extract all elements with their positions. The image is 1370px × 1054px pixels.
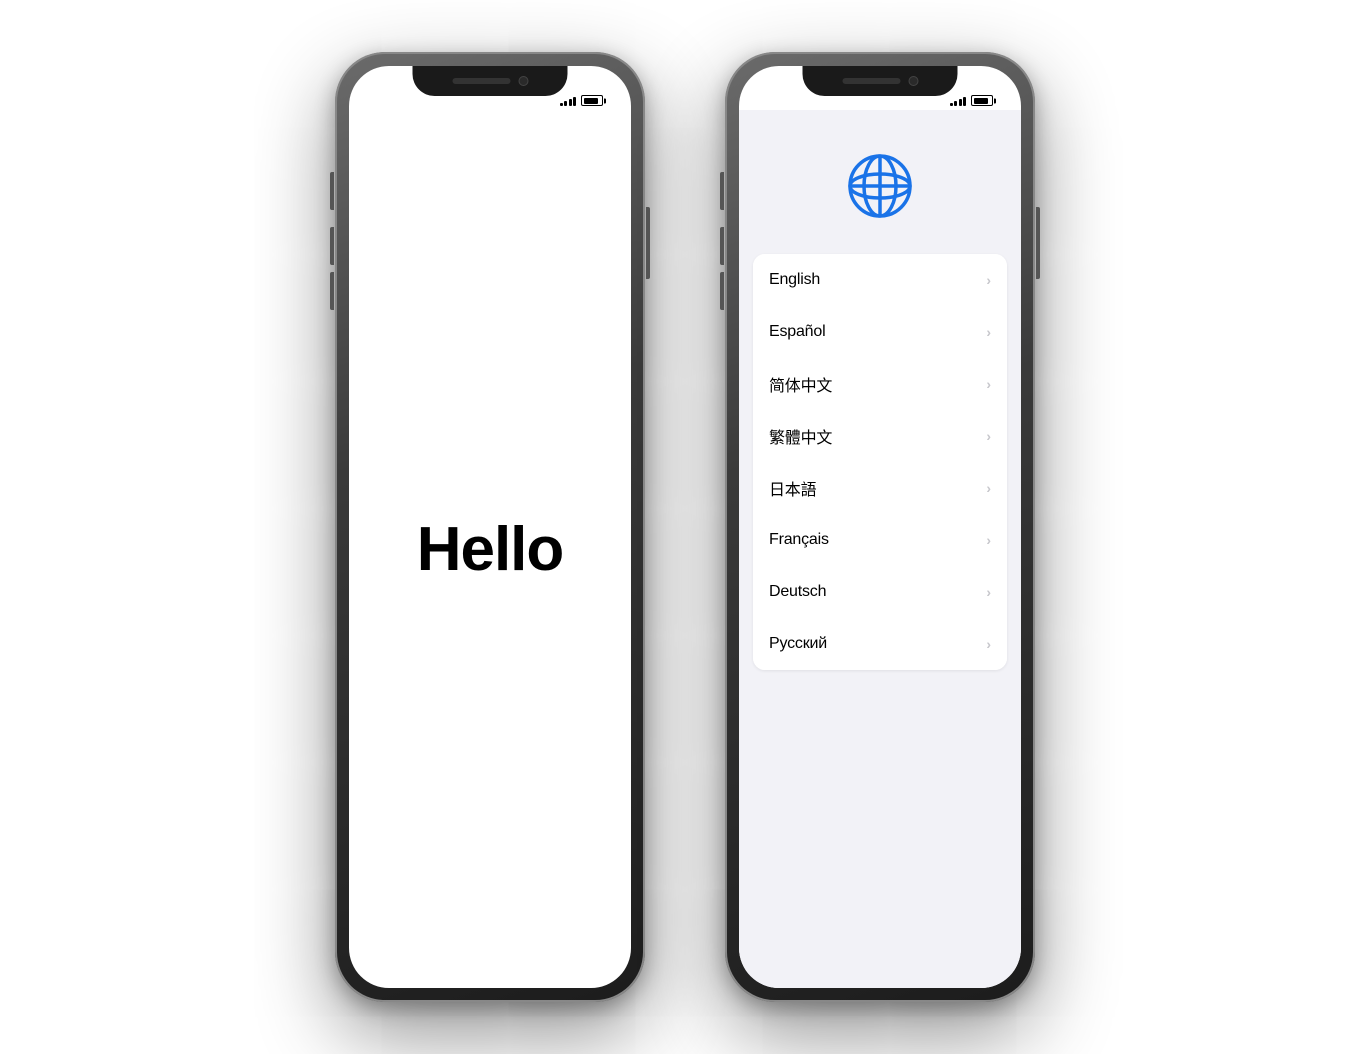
status-icons-2 — [950, 95, 994, 106]
front-camera — [518, 76, 528, 86]
language-item-german[interactable]: Deutsch › — [753, 566, 1007, 618]
chevron-icon-simplified-chinese: › — [986, 376, 991, 392]
language-label-english: English — [769, 271, 820, 289]
language-label-japanese: 日本語 — [769, 476, 816, 500]
speaker-2 — [842, 78, 900, 84]
hello-area: Hello — [349, 110, 631, 988]
globe-area — [844, 110, 916, 254]
language-item-russian[interactable]: Русский › — [753, 618, 1007, 670]
language-label-german: Deutsch — [769, 583, 826, 601]
language-label-russian: Русский — [769, 635, 827, 653]
chevron-icon-french: › — [986, 532, 991, 548]
language-item-french[interactable]: Français › — [753, 514, 1007, 566]
battery-icon-2 — [971, 95, 993, 106]
language-item-simplified-chinese[interactable]: 简体中文 › — [753, 358, 1007, 410]
phone-language: English › Español › 简体中文 › 繁體中文 › 日本語 — [725, 52, 1035, 1002]
chevron-icon-traditional-chinese: › — [986, 428, 991, 444]
battery-icon — [581, 95, 603, 106]
language-item-japanese[interactable]: 日本語 › — [753, 462, 1007, 514]
language-label-traditional-chinese: 繁體中文 — [769, 424, 832, 448]
language-item-espanol[interactable]: Español › — [753, 306, 1007, 358]
language-list-screen: English › Español › 简体中文 › 繁體中文 › 日本語 — [739, 110, 1021, 988]
chevron-icon-japanese: › — [986, 480, 991, 496]
status-icons — [560, 95, 604, 106]
front-camera-2 — [908, 76, 918, 86]
hello-screen: Hello — [349, 66, 631, 988]
chevron-icon-espanol: › — [986, 324, 991, 340]
language-screen: English › Español › 简体中文 › 繁體中文 › 日本語 — [739, 66, 1021, 988]
language-item-traditional-chinese[interactable]: 繁體中文 › — [753, 410, 1007, 462]
hello-text: Hello — [417, 514, 564, 585]
language-label-french: Français — [769, 531, 829, 549]
chevron-icon-russian: › — [986, 636, 991, 652]
chevron-icon-english: › — [986, 272, 991, 288]
chevron-icon-german: › — [986, 584, 991, 600]
language-item-english[interactable]: English › — [753, 254, 1007, 306]
notch-2 — [803, 66, 958, 96]
phone-hello: Hello — [335, 52, 645, 1002]
signal-icon — [560, 96, 577, 106]
globe-icon — [844, 150, 916, 222]
language-list-card: English › Español › 简体中文 › 繁體中文 › 日本語 — [753, 254, 1007, 670]
language-label-espanol: Español — [769, 323, 825, 341]
notch — [413, 66, 568, 96]
speaker — [452, 78, 510, 84]
language-label-simplified-chinese: 简体中文 — [769, 372, 832, 396]
signal-icon-2 — [950, 96, 967, 106]
